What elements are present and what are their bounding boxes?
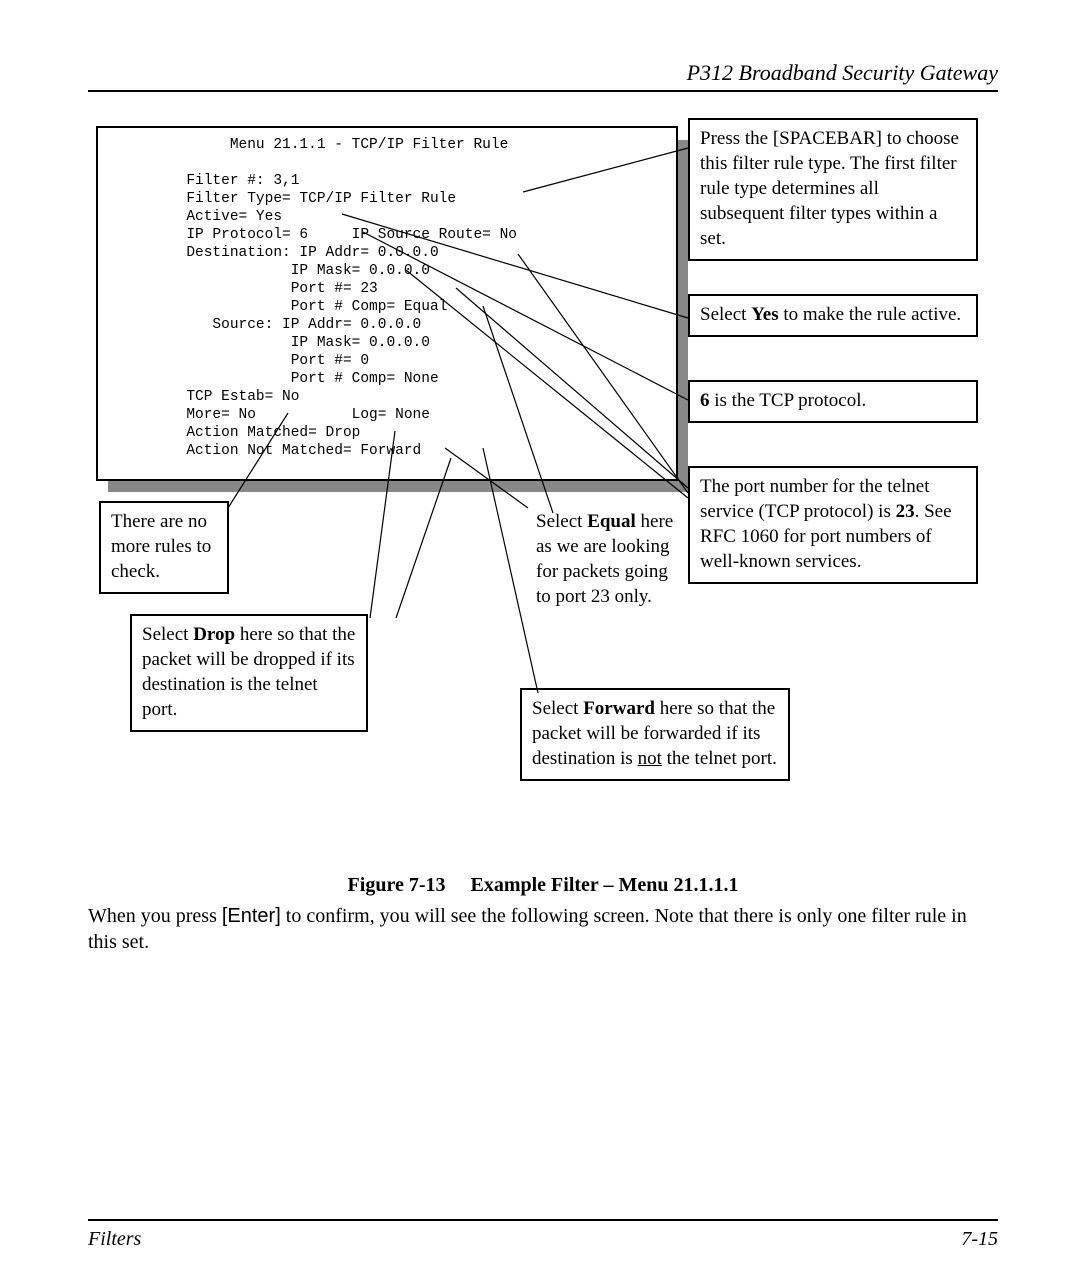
t: 6 (700, 390, 710, 411)
footer-rule (88, 1219, 998, 1221)
t: Yes (751, 304, 778, 325)
callout-port: The port number for the telnet service (… (688, 466, 978, 584)
header-rule (88, 90, 998, 92)
t: the telnet port. (662, 748, 777, 769)
t: is the TCP protocol. (710, 390, 867, 411)
t: Select (532, 698, 583, 719)
t: Equal (587, 511, 636, 532)
page: P312 Broadband Security Gateway Menu 21.… (0, 0, 1080, 1281)
callout-forward: Select Forward here so that the packet w… (520, 688, 790, 781)
t: Select (142, 624, 193, 645)
t: There are no more rules to check. (111, 511, 211, 582)
t: 23 (896, 501, 915, 522)
t: Forward (583, 698, 655, 719)
t: When you press (88, 905, 222, 927)
callout-spacebar: Press the [SPACEBAR] to choose this filt… (688, 118, 978, 261)
caption-title: Example Filter – Menu 21.1.1.1 (471, 874, 739, 896)
callout-nomore: There are no more rules to check. (99, 501, 229, 594)
figure-caption: Figure 7-13 Example Filter – Menu 21.1.1… (88, 874, 998, 897)
t: to make the rule active. (779, 304, 962, 325)
t: not (638, 748, 662, 769)
key-enter: [Enter] (222, 905, 281, 927)
figure-area: Menu 21.1.1 - TCP/IP Filter Rule Filter … (88, 118, 988, 868)
t: Select (536, 511, 587, 532)
footer-left: Filters (88, 1228, 141, 1251)
callout-text: Press the [SPACEBAR] to choose this filt… (700, 128, 959, 249)
callout-equal: Select Equal here as we are looking for … (526, 503, 686, 617)
terminal-window: Menu 21.1.1 - TCP/IP Filter Rule Filter … (96, 126, 678, 481)
footer-right: 7-15 (961, 1228, 998, 1251)
callout-drop: Select Drop here so that the packet will… (130, 614, 368, 732)
body-paragraph: When you press [Enter] to confirm, you w… (88, 903, 998, 955)
page-header: P312 Broadband Security Gateway (88, 60, 998, 100)
t: Select (700, 304, 751, 325)
caption-fig: Figure 7-13 (348, 874, 446, 896)
callout-protocol: 6 is the TCP protocol. (688, 380, 978, 423)
callout-active: Select Yes to make the rule active. (688, 294, 978, 337)
header-title: P312 Broadband Security Gateway (687, 60, 998, 86)
t: Drop (193, 624, 235, 645)
